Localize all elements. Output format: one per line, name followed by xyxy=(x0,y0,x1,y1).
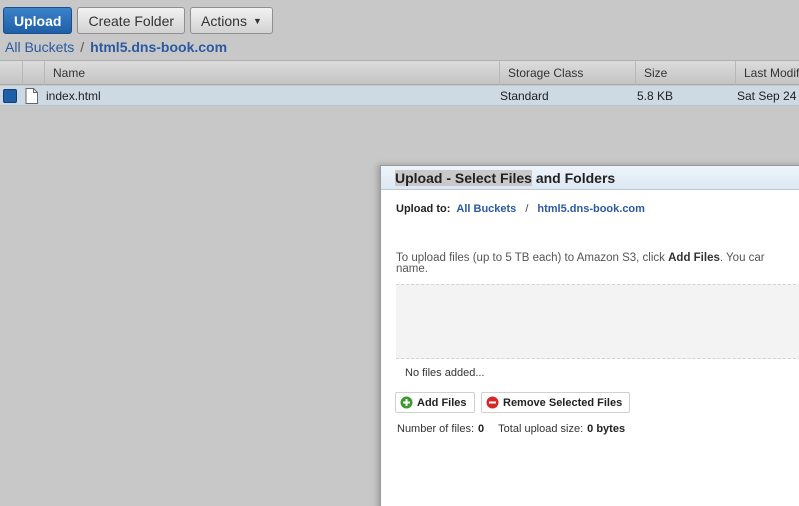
table-header: Name Storage Class Size Last Modif xyxy=(0,60,799,85)
upload-button[interactable]: Upload xyxy=(3,7,73,34)
remove-selected-files-label: Remove Selected Files xyxy=(503,396,623,409)
remove-selected-files-button[interactable]: Remove Selected Files xyxy=(481,392,631,413)
upload-dialog-title-rest: and Folders xyxy=(531,170,616,186)
upload-dialog-title: Upload - Select Files and Folders xyxy=(381,166,799,190)
row-file-name[interactable]: index.html xyxy=(46,86,101,106)
column-storage-class[interactable]: Storage Class xyxy=(499,61,635,85)
column-type xyxy=(22,61,44,85)
upload-summary: Number of files: 0 Total upload size: 0 … xyxy=(397,423,625,435)
upload-destination: Upload to: All Buckets / html5.dns-book.… xyxy=(396,203,645,215)
breadcrumb: All Buckets / html5.dns-book.com xyxy=(5,39,227,55)
number-of-files-value: 0 xyxy=(478,423,485,435)
column-name[interactable]: Name xyxy=(44,61,499,85)
upload-button-label: Upload xyxy=(14,12,62,29)
file-drop-zone[interactable] xyxy=(396,284,799,359)
actions-button-label: Actions xyxy=(201,12,247,29)
create-folder-button[interactable]: Create Folder xyxy=(77,7,186,34)
minus-circle-icon xyxy=(486,396,499,409)
instructions-pre: To upload files (up to 5 TB each) to Ama… xyxy=(396,252,669,264)
column-size[interactable]: Size xyxy=(635,61,735,85)
column-select xyxy=(0,61,22,85)
upload-to-separator: / xyxy=(525,203,529,215)
upload-to-all-buckets-link[interactable]: All Buckets xyxy=(456,203,516,215)
row-checkbox[interactable] xyxy=(3,89,17,103)
total-upload-size-value: 0 bytes xyxy=(587,423,626,435)
instructions-post: . You car xyxy=(719,252,765,264)
toolbar: Upload Create Folder Actions ▼ xyxy=(3,7,273,34)
chevron-down-icon: ▼ xyxy=(252,15,262,26)
breadcrumb-all-buckets[interactable]: All Buckets xyxy=(5,39,74,55)
file-icon xyxy=(25,88,38,104)
add-files-label: Add Files xyxy=(417,396,467,409)
column-last-modified[interactable]: Last Modif xyxy=(735,61,799,85)
add-files-button[interactable]: Add Files xyxy=(395,392,475,413)
total-upload-size-label: Total upload size: xyxy=(498,423,584,435)
instructions-line2: name. xyxy=(396,263,428,275)
row-storage-class: Standard xyxy=(500,89,549,103)
upload-to-label: Upload to: xyxy=(396,203,451,215)
upload-dialog: Upload - Select Files and Folders Upload… xyxy=(380,165,799,506)
instructions-bold: Add Files xyxy=(668,252,720,264)
row-size: 5.8 KB xyxy=(637,89,674,103)
actions-button[interactable]: Actions ▼ xyxy=(190,7,273,34)
upload-to-bucket-link[interactable]: html5.dns-book.com xyxy=(537,203,645,215)
create-folder-button-label: Create Folder xyxy=(88,12,175,29)
number-of-files-label: Number of files: xyxy=(397,423,475,435)
plus-circle-icon xyxy=(400,396,413,409)
upload-dialog-title-highlight: Upload - Select Files xyxy=(395,170,532,186)
row-last-modified: Sat Sep 24 1 xyxy=(737,89,799,103)
breadcrumb-separator: / xyxy=(80,39,85,55)
no-files-message: No files added... xyxy=(405,367,485,379)
table-row[interactable]: index.html Standard 5.8 KB Sat Sep 24 1 xyxy=(0,86,799,106)
breadcrumb-current-bucket[interactable]: html5.dns-book.com xyxy=(90,39,227,55)
upload-instructions: To upload files (up to 5 TB each) to Ama… xyxy=(396,252,799,275)
